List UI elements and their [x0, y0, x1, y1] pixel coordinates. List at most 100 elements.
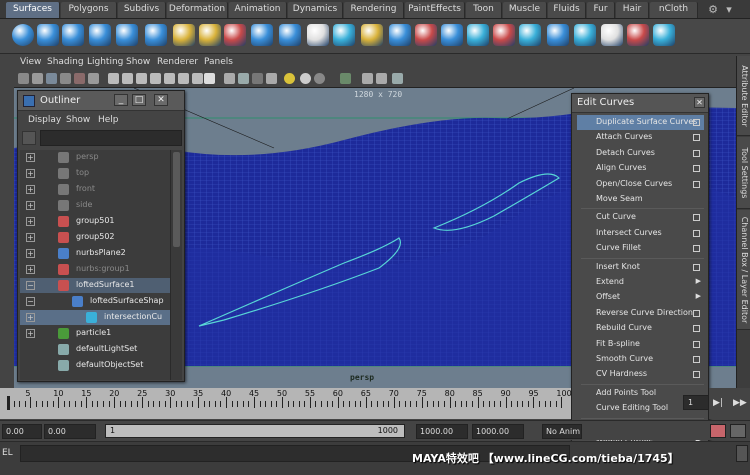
- expand-icon[interactable]: +: [26, 169, 35, 178]
- menu-item-rebuild-curve[interactable]: Rebuild Curve: [577, 321, 704, 336]
- expand-icon[interactable]: +: [26, 233, 35, 242]
- outliner-row[interactable]: + persp: [20, 150, 170, 165]
- option-box-icon[interactable]: [693, 325, 700, 333]
- option-box-icon[interactable]: [693, 214, 700, 222]
- panel-menu-lighting[interactable]: Lighting: [87, 57, 123, 67]
- expand-icon[interactable]: +: [26, 217, 35, 226]
- auto-key-icon[interactable]: [710, 424, 726, 438]
- outliner-row[interactable]: + particle1: [20, 326, 170, 341]
- heads-up-display-icon[interactable]: [204, 73, 215, 84]
- next-key-icon[interactable]: ▶▶: [733, 398, 747, 408]
- ambient-occlusion-icon[interactable]: [314, 73, 325, 84]
- loft-icon[interactable]: [173, 24, 195, 46]
- shelf-tab-muscle[interactable]: Muscle: [503, 2, 547, 18]
- film-gate-icon[interactable]: [122, 73, 133, 84]
- extend-surface-icon[interactable]: [627, 24, 649, 46]
- menu-item-intersect-curves[interactable]: Intersect Curves: [577, 226, 704, 241]
- menu-item-fit-b-spline[interactable]: Fit B-spline: [577, 337, 704, 352]
- range-end-field[interactable]: 1000.00: [416, 424, 468, 439]
- side-tab-2[interactable]: Channel Box / Layer Editor: [737, 210, 750, 330]
- shadows-icon[interactable]: [300, 73, 311, 84]
- end-time-field[interactable]: 1000.00: [472, 424, 524, 439]
- safe-action-icon[interactable]: [178, 73, 189, 84]
- option-box-icon[interactable]: [693, 245, 700, 253]
- menu-item-smooth-curve[interactable]: Smooth Curve: [577, 352, 704, 367]
- expand-icon[interactable]: +: [26, 185, 35, 194]
- filter-icon[interactable]: [22, 131, 36, 145]
- option-box-icon[interactable]: [693, 180, 700, 188]
- smooth-shade-icon[interactable]: [238, 73, 249, 84]
- planar-icon[interactable]: [199, 24, 221, 46]
- project-curve-icon[interactable]: [389, 24, 411, 46]
- shelf-tab-fluids[interactable]: Fluids: [548, 2, 586, 18]
- shelf-tab-painteffects[interactable]: PaintEffects: [405, 2, 465, 18]
- shelf-editor-icon[interactable]: ⚙: [706, 3, 720, 16]
- safe-title-icon[interactable]: [192, 73, 203, 84]
- option-box-icon[interactable]: [693, 149, 700, 157]
- insert-isoparm-icon[interactable]: [601, 24, 623, 46]
- menu-item-extend[interactable]: Extend ▶: [577, 275, 704, 290]
- xray-joints-icon[interactable]: [376, 73, 387, 84]
- shelf-menu-icon[interactable]: ▾: [722, 3, 736, 16]
- textured-icon[interactable]: [266, 73, 277, 84]
- select-camera-icon[interactable]: [18, 73, 29, 84]
- edit-curves-title-bar[interactable]: Edit Curves ✕: [572, 94, 708, 113]
- shelf-tab-fur[interactable]: Fur: [587, 2, 615, 18]
- shelf-tab-ncloth[interactable]: nCloth: [650, 2, 698, 18]
- resolution-gate-icon[interactable]: [136, 73, 147, 84]
- menu-item-curve-fillet[interactable]: Curve Fillet: [577, 241, 704, 256]
- option-box-icon[interactable]: [693, 340, 700, 348]
- outliner-menu-help[interactable]: Help: [98, 115, 119, 125]
- nurbs-sphere-icon[interactable]: [12, 24, 34, 46]
- shelf-tab-deformation[interactable]: Deformation: [167, 2, 228, 18]
- side-tab-1[interactable]: Tool Settings: [737, 137, 750, 209]
- panel-menu-show[interactable]: Show: [126, 57, 150, 67]
- side-tab-0[interactable]: Attribute Editor: [737, 56, 750, 136]
- outliner-search-input[interactable]: [40, 130, 182, 146]
- close-button[interactable]: ✕: [694, 97, 705, 108]
- bookmark-icon[interactable]: [46, 73, 57, 84]
- revolve-icon[interactable]: [224, 24, 246, 46]
- step-forward-icon[interactable]: ▶|: [713, 398, 723, 408]
- option-box-icon[interactable]: [693, 356, 700, 363]
- shelf-tab-subdivs[interactable]: Subdivs: [118, 2, 166, 18]
- outliner-row[interactable]: − loftedSurfaceShap: [20, 294, 170, 309]
- panel-menu-view[interactable]: View: [20, 57, 41, 67]
- use-all-lights-icon[interactable]: [284, 73, 295, 84]
- checker-icon[interactable]: [252, 73, 263, 84]
- nurbs-torus-icon[interactable]: [145, 24, 167, 46]
- boundary-icon[interactable]: [333, 24, 355, 46]
- square-surface-icon[interactable]: [361, 24, 383, 46]
- menu-item-cut-curve[interactable]: Cut Curve: [577, 210, 704, 225]
- outliner-row[interactable]: defaultLightSet: [20, 342, 170, 357]
- trim-tool-icon[interactable]: [441, 24, 463, 46]
- expand-icon[interactable]: +: [26, 201, 35, 210]
- outliner-scrollbar[interactable]: [170, 150, 182, 380]
- shelf-tab-hair[interactable]: Hair: [616, 2, 649, 18]
- menu-item-offset[interactable]: Offset ▶: [577, 290, 704, 305]
- two-d-pan-icon[interactable]: [74, 73, 85, 84]
- rebuild-surface-icon[interactable]: [653, 24, 675, 46]
- expand-icon[interactable]: −: [26, 297, 35, 306]
- shelf-tab-rendering[interactable]: Rendering: [344, 2, 404, 18]
- outliner-row[interactable]: − loftedSurface1: [20, 278, 170, 293]
- menu-item-insert-knot[interactable]: Insert Knot: [577, 260, 704, 275]
- expand-icon[interactable]: +: [26, 329, 35, 338]
- range-handle-end[interactable]: 1000: [378, 426, 398, 435]
- option-box-icon[interactable]: [693, 371, 700, 379]
- panel-menu-shading[interactable]: Shading: [47, 57, 84, 67]
- menu-item-cv-hardness[interactable]: CV Hardness: [577, 367, 704, 382]
- option-box-icon[interactable]: [693, 309, 700, 317]
- field-chart-icon[interactable]: [164, 73, 175, 84]
- time-slider[interactable]: 5 10 15 20 25 30 35 40 45 50 55 60 65 70 75 80 85 90 95 100: [0, 388, 572, 419]
- camera-attributes-icon[interactable]: [32, 73, 43, 84]
- minimize-button[interactable]: _: [114, 94, 128, 106]
- shelf-tab-animation[interactable]: Animation: [229, 2, 287, 18]
- outliner-row[interactable]: + nurbsPlane2: [20, 246, 170, 261]
- nurbs-cone-icon[interactable]: [89, 24, 111, 46]
- option-box-icon[interactable]: [693, 263, 700, 271]
- maximize-button[interactable]: □: [132, 94, 146, 106]
- nurbs-plane-icon[interactable]: [116, 24, 138, 46]
- expand-icon[interactable]: −: [26, 281, 35, 290]
- shelf-tab-polygons[interactable]: Polygons: [61, 2, 117, 18]
